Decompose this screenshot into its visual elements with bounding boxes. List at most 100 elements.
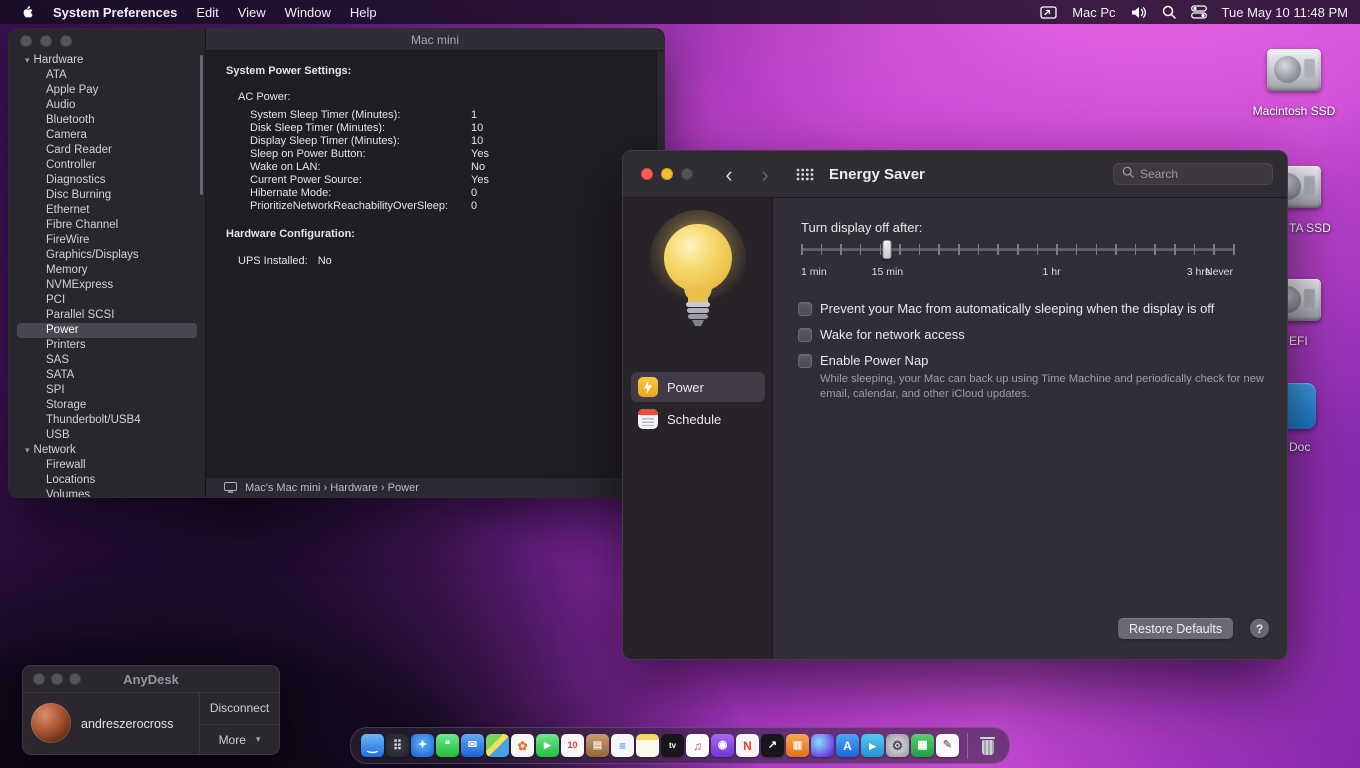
menu-help[interactable]: Help	[350, 5, 377, 20]
spotlight-icon[interactable]	[1162, 5, 1176, 19]
textedit-icon[interactable]: ✎	[936, 734, 959, 757]
display-off-slider[interactable]: 1 min 15 min 1 hr 3 hrs Never	[801, 240, 1235, 284]
menu-window[interactable]: Window	[285, 5, 331, 20]
sidebar-item-power[interactable]: Power	[631, 372, 765, 402]
chevron-down-icon[interactable]: ▾	[25, 53, 30, 68]
safari-icon[interactable]: ✦	[411, 734, 434, 757]
maps-icon[interactable]	[486, 734, 509, 757]
sidebar-item-graphics-displays[interactable]: Graphics/Displays	[17, 248, 197, 263]
sidebar-item-locations[interactable]: Locations	[17, 473, 197, 488]
zoom-button[interactable]	[69, 673, 81, 685]
sidebar-item-printers[interactable]: Printers	[17, 338, 197, 353]
podcasts-icon[interactable]: ◉	[711, 734, 734, 757]
sidebar-item-memory[interactable]: Memory	[17, 263, 197, 278]
checkbox[interactable]	[798, 301, 812, 316]
sidebar-item-spi[interactable]: SPI	[17, 383, 197, 398]
apple-menu-icon[interactable]	[20, 4, 34, 20]
zoom-button[interactable]	[681, 168, 693, 180]
checkbox[interactable]	[798, 327, 812, 342]
back-button[interactable]: ‹	[719, 151, 739, 198]
anydesk-titlebar: AnyDesk	[23, 666, 279, 693]
telegram-icon[interactable]: ▸	[861, 734, 884, 757]
books-icon[interactable]: ▥	[786, 734, 809, 757]
sidebar-item-storage[interactable]: Storage	[17, 398, 197, 413]
sidebar-item-parallel-scsi[interactable]: Parallel SCSI	[17, 308, 197, 323]
sidebar-section-hardware[interactable]: ▾ Hardware	[9, 53, 205, 68]
search-input[interactable]	[1140, 167, 1250, 181]
mail-icon[interactable]: ✉	[461, 734, 484, 757]
sidebar-item-bluetooth[interactable]: Bluetooth	[17, 113, 197, 128]
sidebar-item-diagnostics[interactable]: Diagnostics	[17, 173, 197, 188]
disconnect-button[interactable]: Disconnect	[200, 693, 279, 725]
messages-icon[interactable]: ❝	[436, 734, 459, 757]
sidebar-item-nvmexpress[interactable]: NVMExpress	[17, 278, 197, 293]
menu-edit[interactable]: Edit	[196, 5, 218, 20]
zoom-button[interactable]	[60, 35, 72, 47]
menu-clock[interactable]: Tue May 10 11:48 PM	[1222, 5, 1348, 20]
volume-icon[interactable]	[1131, 6, 1147, 19]
sidebar-item-firewire[interactable]: FireWire	[17, 233, 197, 248]
sidebar-item-power[interactable]: Power	[17, 323, 197, 338]
calendar-icon[interactable]: 10	[561, 734, 584, 757]
trash-icon[interactable]	[976, 734, 999, 757]
facetime-icon[interactable]: ▶	[536, 734, 559, 757]
sidebar-item-controller[interactable]: Controller	[17, 158, 197, 173]
system-preferences-icon[interactable]: ⚙	[886, 734, 909, 757]
sidebar-item-thunderbolt-usb4[interactable]: Thunderbolt/USB4	[17, 413, 197, 428]
minimize-button[interactable]	[51, 673, 63, 685]
notes-icon[interactable]	[636, 734, 659, 757]
sidebar-item-camera[interactable]: Camera	[17, 128, 197, 143]
sidebar-item-sata[interactable]: SATA	[17, 368, 197, 383]
anydesk-menubar-icon[interactable]	[1040, 5, 1057, 19]
sidebar-item-schedule[interactable]: Schedule	[631, 404, 765, 434]
sidebar-item-card-reader[interactable]: Card Reader	[17, 143, 197, 158]
control-center-icon[interactable]	[1190, 5, 1207, 19]
sidebar-item-pci[interactable]: PCI	[17, 293, 197, 308]
minimize-button[interactable]	[661, 168, 673, 180]
tv-icon[interactable]: tv	[661, 734, 684, 757]
sidebar-item-usb[interactable]: USB	[17, 428, 197, 443]
menu-view[interactable]: View	[238, 5, 266, 20]
dock-apps: ‿ ⠿ ✦ ❝ ✉ ✿ ▶ 10 ▤ ≡ tv ♫ ◉ N ↗ ▥ A ▸ ⚙ ▦ ✎	[361, 734, 959, 757]
sidebar-item-audio[interactable]: Audio	[17, 98, 197, 113]
sidebar-item-ethernet[interactable]: Ethernet	[17, 203, 197, 218]
desktop-icon-macintosh-ssd[interactable]: Macintosh SSD	[1249, 38, 1339, 118]
search-field[interactable]	[1113, 163, 1273, 185]
reminders-icon[interactable]: ≡	[611, 734, 634, 757]
sidebar-item-ata[interactable]: ATA	[17, 68, 197, 83]
sidebar-scrollbar[interactable]	[200, 55, 203, 195]
more-button-label: More	[218, 732, 246, 747]
close-button[interactable]	[20, 35, 32, 47]
close-button[interactable]	[33, 673, 45, 685]
photos-icon[interactable]: ✿	[511, 734, 534, 757]
sidebar-section-network[interactable]: ▾ Network	[9, 443, 205, 458]
finder-icon[interactable]: ‿	[361, 734, 384, 757]
sidebar-item-disc-burning[interactable]: Disc Burning	[17, 188, 197, 203]
sidebar-item-label: Schedule	[667, 411, 722, 427]
news-icon[interactable]: N	[736, 734, 759, 757]
stocks-icon[interactable]: ↗	[761, 734, 784, 757]
show-all-grid-icon[interactable]	[796, 168, 814, 186]
siri-icon[interactable]	[811, 734, 834, 757]
sidebar-item-sas[interactable]: SAS	[17, 353, 197, 368]
sidebar-item-apple-pay[interactable]: Apple Pay	[17, 83, 197, 98]
close-button[interactable]	[641, 168, 653, 180]
contacts-icon[interactable]: ▤	[586, 734, 609, 757]
minimize-button[interactable]	[40, 35, 52, 47]
checkbox[interactable]	[798, 353, 812, 368]
sidebar-item-firewall[interactable]: Firewall	[17, 458, 197, 473]
restore-defaults-button[interactable]: Restore Defaults	[1118, 618, 1234, 639]
music-icon[interactable]: ♫	[686, 734, 709, 757]
slider-thumb[interactable]	[882, 240, 892, 259]
sidebar-item-fibre-channel[interactable]: Fibre Channel	[17, 218, 197, 233]
sidebar-item-volumes[interactable]: Volumes	[17, 488, 197, 497]
chevron-down-icon[interactable]: ▾	[25, 443, 30, 458]
numbers-icon[interactable]: ▦	[911, 734, 934, 757]
app-store-icon[interactable]: A	[836, 734, 859, 757]
help-button[interactable]: ?	[1250, 619, 1269, 638]
menu-device-name[interactable]: Mac Pc	[1072, 5, 1115, 20]
more-button[interactable]: More ▾	[200, 725, 279, 755]
launchpad-icon[interactable]: ⠿	[386, 734, 409, 757]
forward-button[interactable]: ›	[755, 151, 775, 198]
menu-app-name[interactable]: System Preferences	[53, 5, 177, 20]
